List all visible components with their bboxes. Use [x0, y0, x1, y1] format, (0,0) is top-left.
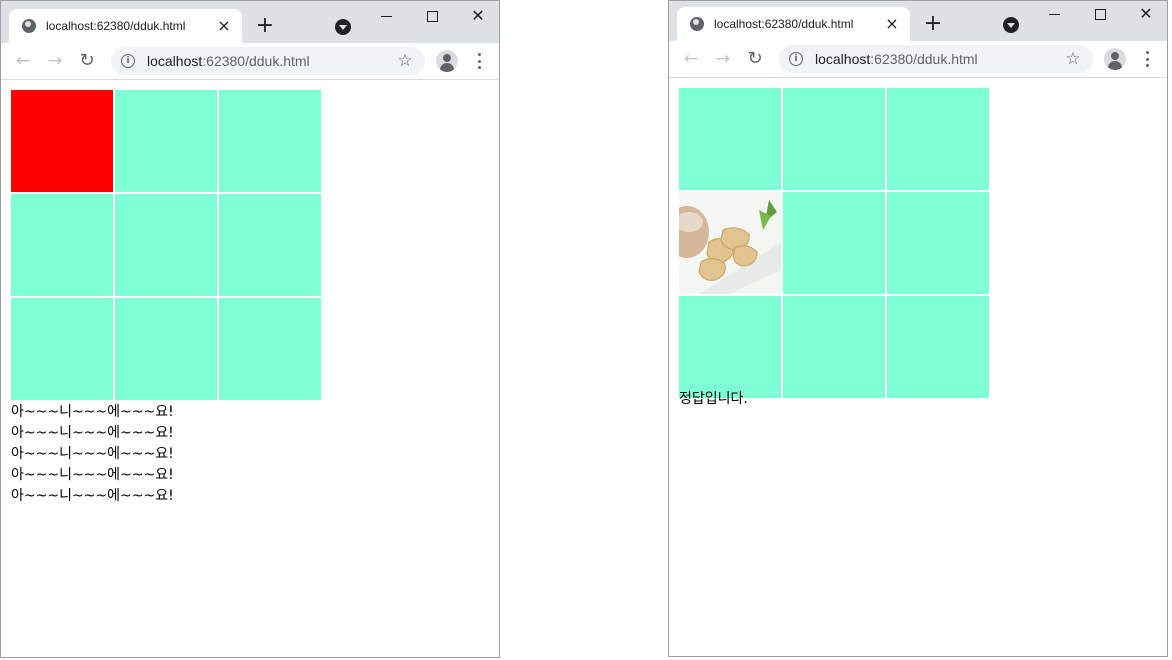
maximize-button[interactable]: [1083, 3, 1117, 25]
reload-button[interactable]: ↻: [78, 52, 96, 70]
address-bar[interactable]: i localhost:62380/dduk.html ☆: [779, 45, 1093, 73]
new-tab-button[interactable]: +: [921, 12, 945, 36]
menu-kebab-icon[interactable]: [1144, 51, 1150, 67]
info-icon[interactable]: i: [121, 54, 135, 68]
menu-kebab-icon[interactable]: [476, 53, 482, 69]
tile[interactable]: [11, 194, 113, 296]
message-line: 정답입니다.: [679, 391, 748, 407]
tile[interactable]: [219, 298, 321, 400]
result-message: 정답입니다.: [679, 389, 748, 410]
title-bar: localhost:62380/dduk.html × + ✕: [669, 1, 1167, 41]
reload-button[interactable]: ↻: [746, 50, 764, 68]
tile[interactable]: [783, 88, 885, 190]
tile[interactable]: [783, 296, 885, 398]
tile[interactable]: [887, 88, 989, 190]
maximize-icon: [1094, 8, 1106, 20]
revealed-photo-tile[interactable]: [679, 192, 781, 294]
globe-icon: [22, 19, 36, 33]
url-path: :62380/dduk.html: [870, 51, 978, 67]
browser-tab[interactable]: localhost:62380/dduk.html ×: [677, 7, 910, 41]
url-host: localhost: [147, 53, 203, 69]
browser-tab[interactable]: localhost:62380/dduk.html ×: [9, 9, 242, 43]
toolbar: ← → ↻ i localhost:62380/dduk.html ☆: [1, 43, 499, 80]
message-line: 아~~~니~~~에~~~요!: [11, 488, 174, 504]
minimize-icon: [1048, 13, 1060, 15]
message-line: 아~~~니~~~에~~~요!: [11, 446, 174, 462]
back-button[interactable]: ←: [682, 50, 700, 68]
new-tab-button[interactable]: +: [253, 14, 277, 38]
close-window-button[interactable]: ✕: [1129, 3, 1163, 25]
tile[interactable]: [115, 194, 217, 296]
profile-avatar[interactable]: [436, 50, 458, 72]
message-line: 아~~~니~~~에~~~요!: [11, 425, 174, 441]
message-list: 아~~~니~~~에~~~요! 아~~~니~~~에~~~요! 아~~~니~~~에~~~…: [11, 402, 174, 507]
tile[interactable]: [679, 296, 781, 398]
tab-title: localhost:62380/dduk.html: [46, 19, 186, 33]
tile[interactable]: [219, 194, 321, 296]
close-icon: ✕: [471, 6, 485, 25]
close-icon: ✕: [1139, 4, 1153, 23]
forward-button[interactable]: →: [46, 52, 64, 70]
tile[interactable]: [219, 90, 321, 192]
bookmark-star-icon[interactable]: ☆: [395, 51, 415, 71]
minimize-button[interactable]: [1037, 3, 1071, 25]
tile[interactable]: [679, 88, 781, 190]
message-line: 아~~~니~~~에~~~요!: [11, 404, 174, 420]
url-host: localhost: [815, 51, 871, 67]
selected-tile[interactable]: [11, 90, 113, 192]
back-button[interactable]: ←: [14, 52, 32, 70]
browser-window-left: localhost:62380/dduk.html × + ✕ ← → ↻ i …: [0, 0, 500, 658]
title-bar: localhost:62380/dduk.html × + ✕: [1, 1, 499, 43]
tab-close-icon[interactable]: ×: [216, 18, 232, 34]
tab-close-icon[interactable]: ×: [884, 16, 900, 32]
forward-button[interactable]: →: [714, 50, 732, 68]
tile-grid: [11, 90, 321, 400]
bookmark-star-icon[interactable]: ☆: [1063, 49, 1083, 69]
globe-icon: [690, 17, 704, 31]
tile[interactable]: [887, 192, 989, 294]
info-icon[interactable]: i: [789, 52, 803, 66]
tile-grid: [679, 88, 989, 398]
profile-avatar[interactable]: [1104, 48, 1126, 70]
tab-search-icon[interactable]: [335, 19, 351, 35]
address-bar[interactable]: i localhost:62380/dduk.html ☆: [111, 47, 425, 75]
tile[interactable]: [115, 298, 217, 400]
tile[interactable]: [11, 298, 113, 400]
maximize-icon: [426, 10, 438, 22]
message-line: 아~~~니~~~에~~~요!: [11, 467, 174, 483]
maximize-button[interactable]: [415, 5, 449, 27]
url-text[interactable]: localhost:62380/dduk.html: [147, 53, 395, 69]
tile[interactable]: [115, 90, 217, 192]
url-text[interactable]: localhost:62380/dduk.html: [815, 51, 1063, 67]
browser-window-right: localhost:62380/dduk.html × + ✕ ← → ↻ i …: [668, 0, 1168, 657]
rice-cake-photo: [679, 192, 781, 294]
close-window-button[interactable]: ✕: [461, 5, 495, 27]
tab-search-icon[interactable]: [1003, 17, 1019, 33]
url-path: :62380/dduk.html: [202, 53, 310, 69]
minimize-button[interactable]: [369, 5, 403, 27]
minimize-icon: [380, 15, 392, 17]
tile[interactable]: [887, 296, 989, 398]
tab-title: localhost:62380/dduk.html: [714, 17, 854, 31]
toolbar: ← → ↻ i localhost:62380/dduk.html ☆: [669, 41, 1167, 78]
tile[interactable]: [783, 192, 885, 294]
